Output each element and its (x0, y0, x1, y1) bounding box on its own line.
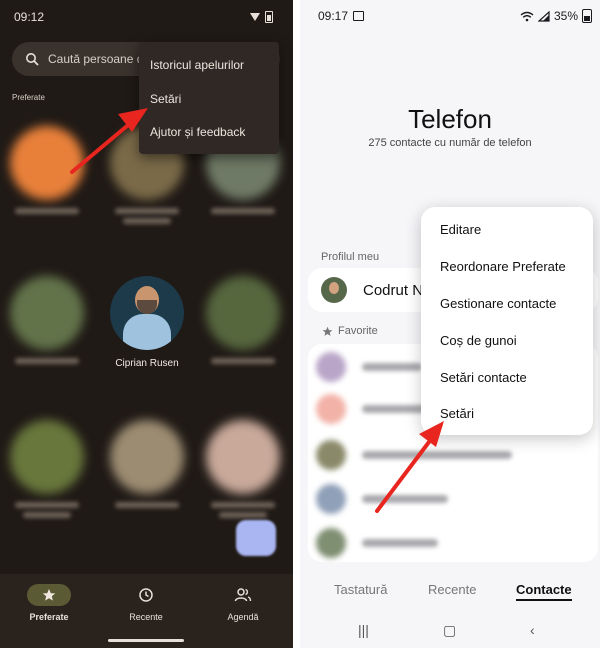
clock-icon (124, 584, 168, 606)
blurred-name (15, 208, 79, 214)
battery-icon (265, 11, 273, 23)
blurred-name (115, 502, 179, 508)
blurred-name (362, 451, 512, 459)
blurred-name (211, 502, 275, 508)
avatar (321, 277, 347, 303)
image-notification-icon (353, 11, 365, 21)
blurred-name (211, 358, 275, 364)
tab-contacts[interactable]: Contacte (516, 582, 572, 601)
menu-item-trash[interactable]: Coș de gunoi (440, 333, 517, 348)
app-title: Telefon (408, 104, 492, 134)
nav-item-recent[interactable]: Recente (111, 584, 181, 622)
blurred-name (23, 512, 71, 518)
signal-icon (537, 10, 550, 22)
status-bar-right: 35% (520, 9, 592, 23)
dialpad-fab[interactable] (236, 520, 276, 556)
avatar (10, 276, 84, 350)
list-item[interactable] (316, 528, 586, 558)
tab-keypad[interactable]: Tastatură (334, 582, 387, 597)
favorite-contact[interactable] (198, 420, 288, 518)
tab-recent[interactable]: Recente (428, 582, 476, 597)
menu-item-help-feedback[interactable]: Ajutor și feedback (150, 125, 245, 139)
avatar (316, 484, 346, 514)
bottom-tabs: Tastatură Recente Contacte ||| ▢ ‹ (300, 574, 600, 648)
menu-item-settings[interactable]: Setări (440, 406, 474, 421)
status-bar-left: 09:17 (318, 9, 365, 23)
blurred-name (362, 495, 448, 503)
section-label-profile: Profilul meu (321, 251, 380, 263)
favorite-contact[interactable] (198, 276, 288, 364)
blurred-name (15, 358, 79, 364)
star-icon (322, 326, 333, 336)
left-phone-screen: 09:12 Caută persoane d Preferate Ciprian… (0, 0, 293, 648)
avatar (206, 276, 280, 350)
bottom-navigation: Preferate Recente Agendă (0, 574, 293, 648)
avatar (110, 420, 184, 494)
menu-item-edit[interactable]: Editare (440, 222, 481, 237)
list-item[interactable] (316, 484, 586, 514)
avatar (316, 528, 346, 558)
favorite-contact[interactable] (102, 420, 192, 508)
home-button[interactable]: ▢ (443, 622, 456, 639)
avatar (10, 126, 84, 200)
gesture-home-bar[interactable] (108, 639, 184, 642)
contact-name: Ciprian Rusen (115, 358, 179, 369)
overflow-menu: Istoricul apelurilor Setări Ajutor și fe… (139, 42, 279, 154)
nav-label: Preferate (29, 612, 69, 622)
status-time: 09:17 (318, 9, 349, 23)
star-icon (27, 584, 71, 606)
contacts-icon (221, 584, 265, 606)
search-input[interactable]: Caută persoane d (48, 52, 143, 66)
right-phone-screen: 09:17 35% Telefon 275 contacte cu număr … (300, 0, 600, 648)
avatar (316, 352, 346, 382)
blurred-name (362, 539, 438, 547)
battery-percent: 35% (553, 9, 578, 23)
nav-item-favorites[interactable]: Preferate (14, 584, 84, 622)
overflow-menu: Editare Reordonare Preferate Gestionare … (421, 207, 593, 435)
menu-item-manage-contacts[interactable]: Gestionare contacte (440, 296, 556, 311)
blurred-name (211, 208, 275, 214)
favorites-label: Favorite (338, 325, 378, 337)
screenshot-divider (293, 0, 300, 648)
profile-name: Codrut N (363, 282, 424, 299)
wifi-icon (520, 11, 534, 21)
list-item[interactable] (316, 440, 586, 470)
menu-item-reorder-favorites[interactable]: Reordonare Preferate (440, 259, 566, 274)
section-label-favorites: Favorite (322, 325, 378, 337)
avatar (206, 420, 280, 494)
blurred-name (123, 218, 171, 224)
avatar (10, 420, 84, 494)
nav-label: Agendă (227, 612, 259, 622)
blurred-name (15, 502, 79, 508)
status-time: 09:12 (14, 10, 45, 24)
avatar (316, 440, 346, 470)
favorite-contact[interactable] (2, 420, 92, 518)
back-button[interactable]: ‹ (530, 622, 535, 638)
blurred-name (362, 363, 422, 371)
status-icons (250, 11, 273, 23)
menu-item-call-history[interactable]: Istoricul apelurilor (150, 58, 244, 72)
nav-label: Recente (129, 612, 163, 622)
menu-item-contact-settings[interactable]: Setări contacte (440, 370, 527, 385)
favorite-contact[interactable] (2, 126, 92, 214)
avatar (110, 276, 184, 350)
blurred-name (219, 512, 267, 518)
wifi-icon (250, 13, 260, 21)
avatar (316, 394, 346, 424)
nav-item-contacts[interactable]: Agendă (208, 584, 278, 622)
favorite-contact-featured[interactable]: Ciprian Rusen (102, 276, 192, 369)
battery-icon (582, 9, 592, 23)
section-label-favorites: Preferate (12, 93, 45, 102)
contact-count: 275 contacte cu număr de telefon (368, 137, 532, 149)
search-icon (24, 51, 40, 67)
favorite-contact[interactable] (2, 276, 92, 364)
menu-item-settings[interactable]: Setări (150, 92, 181, 106)
blurred-name (115, 208, 179, 214)
recent-apps-button[interactable]: ||| (358, 622, 369, 638)
